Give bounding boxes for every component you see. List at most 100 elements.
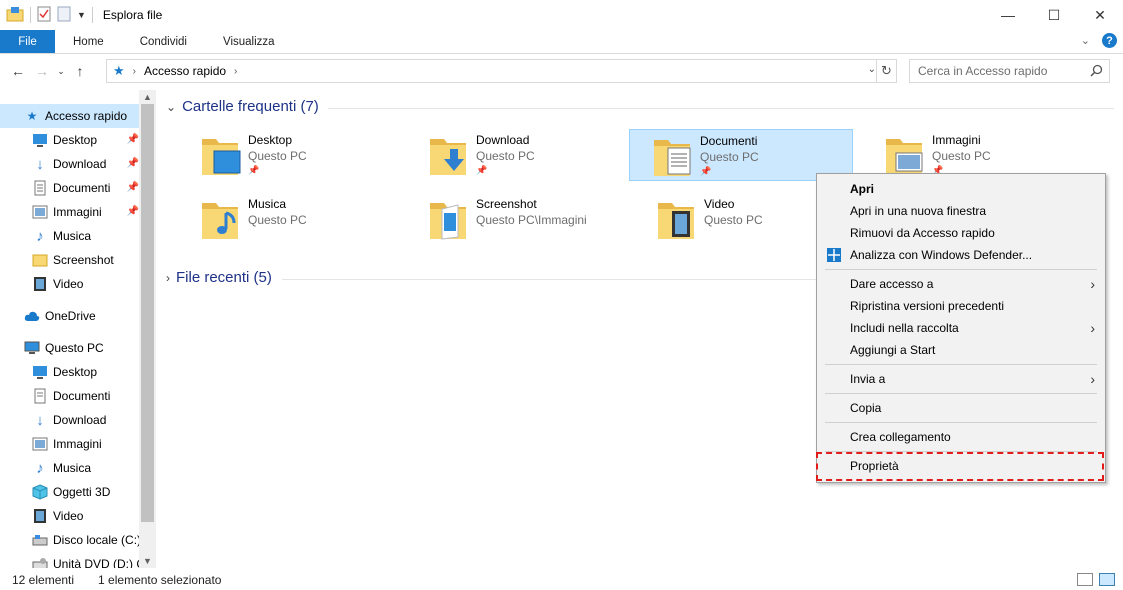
up-button[interactable]: ↑ [68, 59, 92, 83]
menu-item-label: Includi nella raccolta [850, 321, 959, 335]
sidebar-item-dvd-drive[interactable]: Unità DVD (D:) C [0, 552, 145, 568]
folder-tile-download[interactable]: Download Questo PC 📌 [406, 129, 630, 181]
search-input[interactable]: Cerca in Accesso rapido [909, 59, 1110, 83]
video-folder-icon [656, 195, 698, 245]
defender-shield-icon [826, 247, 842, 263]
documents-folder-icon [652, 132, 694, 182]
dvd-drive-icon [32, 556, 48, 568]
folder-name: Desktop [248, 133, 293, 147]
recent-locations-button[interactable]: ⌄ [54, 59, 68, 83]
group-divider [282, 279, 817, 280]
maximize-button[interactable]: ☐ [1031, 0, 1077, 30]
sidebar-item-screenshot[interactable]: Screenshot [0, 248, 139, 272]
menu-item-label: Invia a [850, 372, 886, 386]
customize-toolbar-icon[interactable]: ▼ [77, 10, 86, 20]
scroll-down-icon[interactable]: ▼ [139, 554, 156, 568]
sidebar-item-pictures[interactable]: Immagini 📌 [0, 200, 139, 224]
menu-item-restore-versions[interactable]: Ripristina versioni precedenti [817, 295, 1105, 317]
sidebar-item-quick-access[interactable]: ★ Accesso rapido [0, 104, 139, 128]
navigation-pane: ★ Accesso rapido Desktop 📌 ↓ Download 📌 … [0, 104, 156, 568]
menu-separator [825, 269, 1097, 270]
help-icon[interactable]: ? [1102, 33, 1117, 48]
sidebar-item-pc-music[interactable]: ♪ Musica [0, 456, 139, 480]
sidebar-scrollbar[interactable]: ▲ ▼ [139, 90, 156, 568]
sidebar-item-pc-video[interactable]: Video [0, 504, 139, 528]
back-button[interactable]: ← [6, 59, 30, 83]
desktop-icon [32, 364, 48, 380]
close-button[interactable]: ✕ [1077, 0, 1123, 30]
breadcrumb-separator-icon[interactable]: › [133, 66, 136, 77]
forward-button[interactable]: → [30, 59, 54, 83]
sidebar-item-label: Musica [53, 461, 92, 475]
minimize-button[interactable]: — [985, 0, 1031, 30]
scrollbar-thumb[interactable] [141, 104, 154, 522]
sidebar-item-download[interactable]: ↓ Download 📌 [0, 152, 139, 176]
pin-icon: 📌 [700, 166, 712, 176]
ribbon-tabs: File Home Condividi Visualizza ⌄ ? [0, 30, 1123, 54]
breadcrumb-chevron-icon[interactable]: › [234, 66, 237, 77]
menu-item-open[interactable]: Apri [817, 178, 1105, 200]
sidebar-item-pc-documents[interactable]: Documenti [0, 384, 139, 408]
menu-item-defender[interactable]: Analizza con Windows Defender... [817, 244, 1105, 266]
sidebar-item-label: Download [53, 157, 107, 171]
folder-name: Download [476, 133, 530, 147]
properties-icon[interactable] [37, 6, 51, 25]
tab-home[interactable]: Home [55, 30, 122, 53]
sidebar-item-music[interactable]: ♪ Musica [0, 224, 139, 248]
sidebar-item-label: Documenti [53, 181, 111, 195]
search-icon [1090, 64, 1103, 80]
film-icon [32, 508, 48, 524]
menu-item-remove-quick-access[interactable]: Rimuovi da Accesso rapido [817, 222, 1105, 244]
recent-files-header[interactable]: › File recenti (5) [166, 269, 272, 286]
sidebar-item-label: Video [53, 277, 84, 291]
folder-location: Questo PC [476, 149, 535, 163]
tab-file[interactable]: File [0, 30, 55, 53]
explorer-icon [6, 6, 24, 25]
drive-icon [32, 532, 48, 548]
download-arrow-icon: ↓ [36, 411, 44, 429]
scroll-up-icon[interactable]: ▲ [139, 90, 156, 104]
sidebar-item-desktop[interactable]: Desktop 📌 [0, 128, 139, 152]
desktop-folder-icon [200, 131, 242, 181]
address-bar[interactable]: ★ › Accesso rapido › ⌄ ↻ [106, 59, 897, 83]
expand-ribbon-icon[interactable]: ⌄ [1081, 34, 1090, 47]
details-view-icon[interactable] [1077, 573, 1093, 586]
sidebar-item-onedrive[interactable]: OneDrive [0, 304, 139, 328]
menu-item-pin-start[interactable]: Aggiungi a Start [817, 339, 1105, 361]
sidebar-item-pc-download[interactable]: ↓ Download [0, 408, 139, 432]
sidebar-item-label: Questo PC [45, 341, 104, 355]
menu-item-open-new-window[interactable]: Apri in una nuova finestra [817, 200, 1105, 222]
sidebar-item-pc-pictures[interactable]: Immagini [0, 432, 139, 456]
large-icons-view-icon[interactable] [1099, 573, 1115, 586]
breadcrumb-quick-access[interactable]: Accesso rapido [144, 64, 226, 78]
menu-item-label: Dare accesso a [850, 277, 934, 291]
menu-item-send-to[interactable]: Invia a › [817, 368, 1105, 390]
address-dropdown-icon[interactable]: ⌄ [868, 64, 876, 75]
sidebar-item-label: Screenshot [53, 253, 114, 267]
sidebar-item-local-disk[interactable]: Disco locale (C:) [0, 528, 142, 552]
chevron-right-icon: › [1090, 276, 1095, 292]
sidebar-item-this-pc[interactable]: Questo PC [0, 336, 139, 360]
folder-tile-music[interactable]: Musica Questo PC [178, 193, 402, 245]
sidebar-item-label: Documenti [53, 389, 111, 403]
sidebar-item-documents[interactable]: Documenti 📌 [0, 176, 139, 200]
sidebar-item-label: Disco locale (C:) [53, 533, 142, 547]
sidebar-item-label: Immagini [53, 437, 102, 451]
tab-view[interactable]: Visualizza [205, 30, 293, 53]
folder-tile-screenshot[interactable]: Screenshot Questo PC\Immagini [406, 193, 630, 245]
tab-share[interactable]: Condividi [122, 30, 205, 53]
menu-item-give-access[interactable]: Dare accesso a › [817, 273, 1105, 295]
folder-tile-desktop[interactable]: Desktop Questo PC 📌 [178, 129, 402, 181]
desktop-icon [32, 132, 48, 148]
sidebar-item-pc-3d-objects[interactable]: Oggetti 3D [0, 480, 139, 504]
refresh-button[interactable]: ↻ [876, 60, 896, 82]
menu-item-include-library[interactable]: Includi nella raccolta › [817, 317, 1105, 339]
new-folder-icon[interactable] [57, 6, 71, 25]
menu-item-copy[interactable]: Copia [817, 397, 1105, 419]
sidebar-item-pc-desktop[interactable]: Desktop [0, 360, 139, 384]
folder-name: Video [704, 197, 735, 211]
frequent-folders-header[interactable]: ⌄ Cartelle frequenti (7) [166, 98, 319, 115]
menu-item-create-shortcut[interactable]: Crea collegamento [817, 426, 1105, 448]
sidebar-item-label: Unità DVD (D:) C [53, 557, 146, 568]
sidebar-item-video[interactable]: Video [0, 272, 139, 296]
